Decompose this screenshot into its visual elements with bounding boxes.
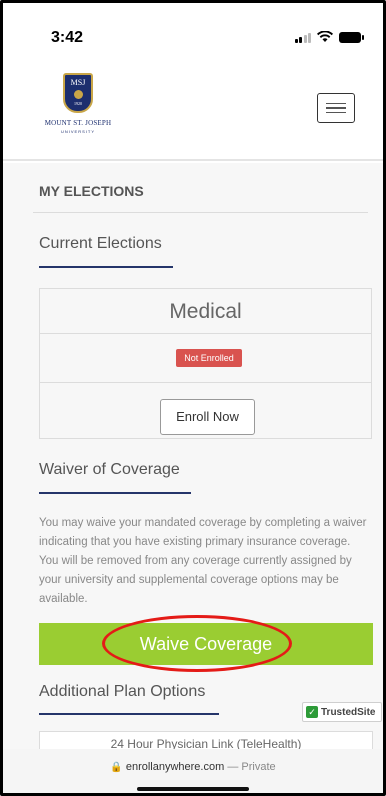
url-display[interactable]: 🔒 enrollanywhere.com — Private [3,761,383,773]
status-time: 3:42 [51,29,84,46]
page-title: MY ELECTIONS [39,183,144,199]
divider [33,212,368,213]
lock-icon: 🔒 [110,762,123,773]
enroll-now-button[interactable]: Enroll Now [160,399,255,435]
crest-icon: MSJ 1920 [63,73,93,113]
heading-underline [39,266,173,268]
url-text: enrollanywhere.com [125,761,225,773]
battery-icon [339,31,364,43]
logo-name: MOUNT ST. JOSEPH [44,119,112,127]
university-logo[interactable]: MSJ 1920 MOUNT ST. JOSEPH UNIVERSITY [31,73,125,151]
status-bar: 3:42 [3,3,383,57]
logo-subtitle: UNIVERSITY [60,129,95,134]
site-header: MSJ 1920 MOUNT ST. JOSEPH UNIVERSITY [3,57,383,161]
status-badge: Not Enrolled [176,349,242,367]
card-title: Medical [40,289,371,334]
card-status-row: Not Enrolled [40,334,371,383]
additional-plan-options-heading: Additional Plan Options [39,683,206,700]
heading-underline [39,713,219,715]
annotation-circle [102,615,292,672]
main-content: MY ELECTIONS Current Elections Medical N… [3,163,383,793]
hamburger-menu-icon [326,102,346,105]
status-icons [294,31,364,43]
trustedsite-label: TrustedSite [321,706,376,718]
cellular-signal-icon [294,32,311,43]
trustedsite-badge[interactable]: ✓ TrustedSite [302,702,382,722]
medical-election-card: Medical Not Enrolled Enroll Now [39,288,372,439]
home-indicator[interactable] [137,787,249,791]
browser-url-bar[interactable]: 🔒 enrollanywhere.com — Private [3,749,383,793]
waiver-heading: Waiver of Coverage [39,461,180,478]
current-elections-heading: Current Elections [39,235,162,252]
hamburger-menu-button[interactable] [317,93,355,123]
heading-underline [39,492,191,494]
check-icon: ✓ [306,706,318,718]
waiver-description: You may waive your mandated coverage by … [39,517,367,605]
private-mode-label: — Private [227,761,276,773]
phone-frame: 3:42 MSJ 1920 MOUNT ST. JOSEPH UNIVERSIT… [0,0,386,796]
wifi-icon [317,31,333,42]
